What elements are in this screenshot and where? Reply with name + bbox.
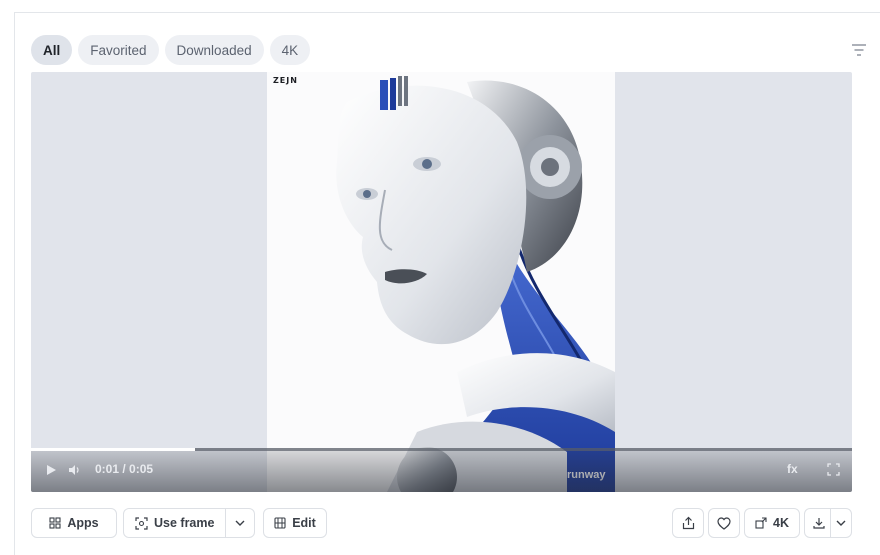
chevron-down-icon[interactable] bbox=[235, 519, 245, 527]
use-frame-divider bbox=[225, 508, 226, 538]
filter-icon[interactable] bbox=[851, 43, 867, 57]
use-frame-label: Use frame bbox=[154, 516, 215, 530]
tab-favorited[interactable]: Favorited bbox=[78, 35, 159, 65]
video-player[interactable]: ZEJN runway 0:01 / 0:05 fx bbox=[31, 72, 852, 492]
video-controls: 0:01 / 0:05 fx bbox=[31, 448, 852, 492]
film-icon bbox=[274, 517, 286, 529]
volume-icon[interactable] bbox=[67, 463, 81, 477]
grid-icon bbox=[49, 517, 61, 529]
video-frame[interactable]: ZEJN bbox=[267, 72, 615, 492]
brand-mark: ZEJN bbox=[273, 76, 298, 85]
download-icon bbox=[813, 518, 825, 529]
fx-button[interactable]: fx bbox=[787, 462, 798, 476]
resolution-label: 4K bbox=[773, 516, 789, 530]
tab-downloaded[interactable]: Downloaded bbox=[164, 35, 264, 65]
favorite-button[interactable] bbox=[708, 508, 740, 538]
time-display: 0:01 / 0:05 bbox=[95, 462, 154, 476]
tab-4k[interactable]: 4K bbox=[269, 35, 311, 65]
edit-button[interactable]: Edit bbox=[263, 508, 327, 538]
apps-button[interactable]: Apps bbox=[31, 508, 117, 538]
play-icon[interactable] bbox=[45, 464, 57, 476]
share-button[interactable] bbox=[672, 508, 704, 538]
progress-bar[interactable] bbox=[31, 448, 852, 451]
tab-all[interactable]: All bbox=[31, 35, 73, 65]
upscale-icon bbox=[755, 517, 767, 529]
robot-image bbox=[267, 72, 615, 492]
progress-fill bbox=[31, 448, 196, 451]
upscale-4k-button[interactable]: 4K bbox=[744, 508, 800, 538]
bottom-toolbar: Apps Use frame Edit 4K bbox=[31, 508, 852, 538]
heart-icon bbox=[717, 516, 731, 530]
generation-panel: All Favorited Downloaded 4K ZEJN 0:01 / … bbox=[14, 12, 880, 555]
share-icon bbox=[682, 516, 694, 530]
filter-tabs: All Favorited Downloaded 4K bbox=[31, 35, 311, 65]
apps-label: Apps bbox=[67, 516, 99, 530]
frame-capture-icon bbox=[135, 516, 148, 530]
fullscreen-icon[interactable] bbox=[827, 463, 840, 476]
chevron-down-icon[interactable] bbox=[836, 519, 846, 527]
edit-label: Edit bbox=[292, 516, 316, 530]
download-divider bbox=[830, 508, 831, 538]
